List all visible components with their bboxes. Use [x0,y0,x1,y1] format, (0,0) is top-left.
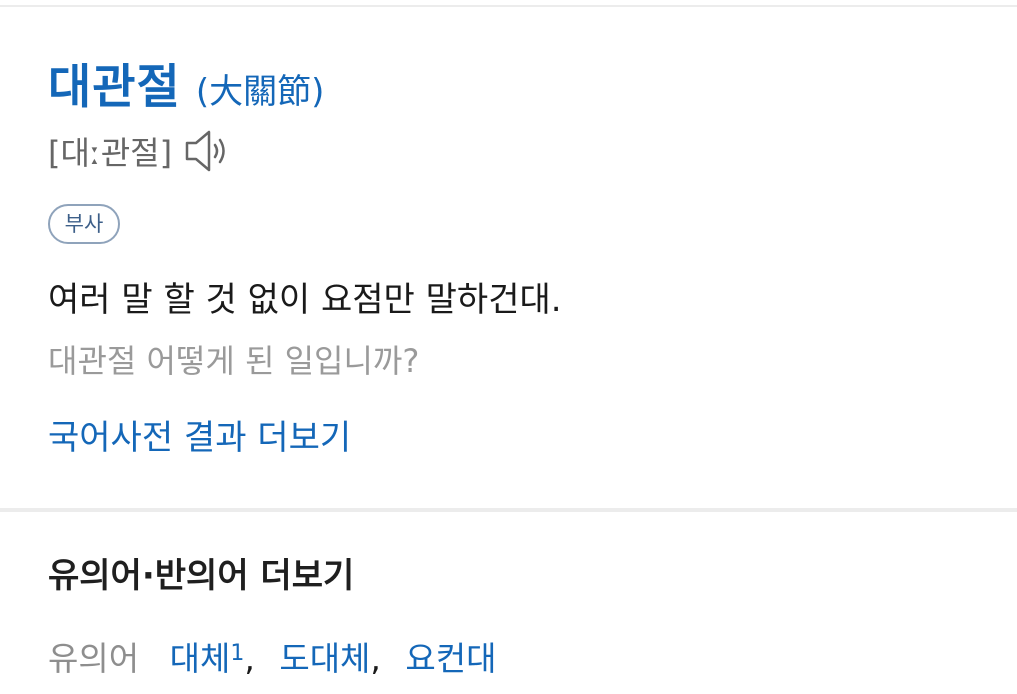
section-divider [0,508,1017,512]
synonym-link[interactable]: 요컨대 [405,639,496,678]
dictionary-more-link[interactable]: 국어사전 결과 더보기 [48,410,351,459]
pronunciation: [대ː관절] [48,134,173,172]
part-of-speech-badge: 부사 [48,204,120,244]
headword[interactable]: 대관절 [48,60,181,115]
definition: 여러 말 할 것 없이 요점만 말하건대. [48,280,562,320]
synonym-link[interactable]: 도대체 [279,639,370,678]
synonyms-row: 유의어 대체1, 도대체, 요컨대 [48,632,497,680]
headword-row: 대관절 (大關節) [48,48,324,117]
homonym-number: 1 [230,641,245,666]
synonym-word: 대체 [169,639,231,678]
hanja: (大關節) [195,72,325,112]
top-divider [0,5,1017,7]
pronunciation-row: [대ː관절] [48,128,232,174]
synonym-separator: , [244,639,255,678]
synonym-label: 유의어 [48,639,140,678]
speaker-icon[interactable] [184,128,232,174]
dictionary-card: 대관절 (大關節) [대ː관절] 부사 여러 말 할 것 없이 요점만 말하건대… [0,0,1017,694]
synonyms-more-link[interactable]: 유의어·반의어 더보기 [48,548,354,597]
synonym-separator: , [370,639,381,678]
synonym-link[interactable]: 대체1 [170,639,245,678]
example-sentence: 대관절 어떻게 된 일입니까? [48,342,420,380]
